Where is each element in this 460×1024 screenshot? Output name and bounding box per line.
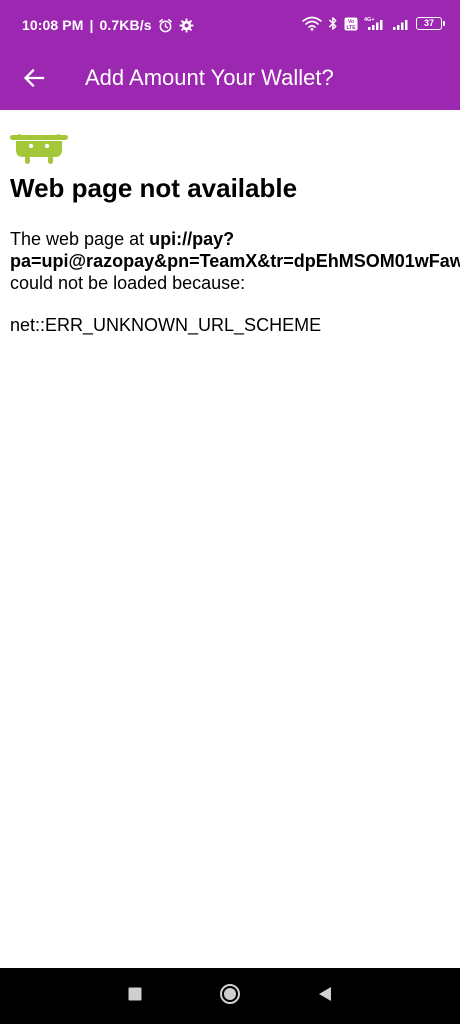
app-bar: Add Amount Your Wallet? [0, 52, 460, 110]
screen: 10:08 PM | 0.7KB/s Vo LTE 4G+ 37 Add Amo… [0, 0, 460, 1024]
error-message-line-1: The web page at upi://pay? [10, 228, 460, 250]
error-message-suffix: could not be loaded because: [10, 273, 246, 293]
recents-button[interactable] [123, 984, 147, 1008]
error-message-prefix: The web page at [10, 229, 150, 249]
back-triangle-icon [318, 986, 332, 1007]
system-nav-bar [0, 968, 460, 1024]
error-url-part-1: upi://pay? [149, 229, 235, 249]
android-robot-icon [10, 130, 68, 171]
signal-icon [392, 16, 410, 31]
status-separator: | [89, 17, 94, 33]
error-title: Web page not available [10, 173, 298, 203]
home-button[interactable] [218, 983, 242, 1010]
webview-content[interactable]: Web page not available The web page at u… [0, 110, 460, 968]
page-title: Add Amount Your Wallet? [85, 65, 334, 90]
alarm-icon [158, 18, 173, 33]
back-arrow-icon [23, 67, 45, 94]
svg-text:4G+: 4G+ [364, 17, 375, 23]
status-network-speed: 0.7KB/s [99, 17, 152, 33]
bluetooth-icon [328, 16, 338, 31]
battery-icon: 37 [416, 17, 445, 30]
error-message: The web page at upi://pay? pa=upi@razopa… [10, 228, 460, 294]
error-url-part-2: pa=upi@razopay&pn=TeamX&tr=dpEhMSOM01wFa… [10, 251, 460, 271]
recents-square-icon [128, 987, 142, 1006]
nav-back-button[interactable] [313, 984, 337, 1008]
status-right: Vo LTE 4G+ 37 [302, 16, 445, 31]
status-time: 10:08 PM [22, 17, 84, 33]
error-code: net::ERR_UNKNOWN_URL_SCHEME [10, 315, 322, 335]
status-left: 10:08 PM | 0.7KB/s [22, 17, 194, 33]
volte-icon: Vo LTE [344, 17, 358, 31]
signal-4g-icon: 4G+ [364, 16, 386, 31]
wifi-icon [302, 16, 322, 31]
status-bar: 10:08 PM | 0.7KB/s Vo LTE 4G+ 37 [0, 0, 460, 52]
home-circle-icon [219, 983, 241, 1010]
svg-text:LTE: LTE [346, 25, 356, 31]
settings-gear-icon [179, 17, 194, 33]
back-button[interactable] [20, 66, 48, 94]
